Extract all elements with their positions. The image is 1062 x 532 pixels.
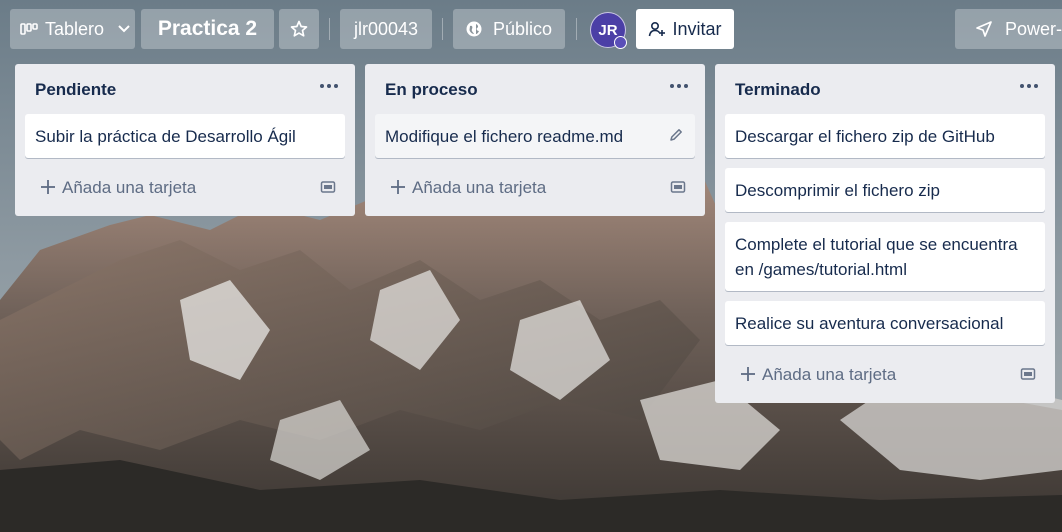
board-view-label: Tablero [45,18,105,39]
add-card-button[interactable]: Añada una tarjeta [715,353,1055,403]
card[interactable]: Subir la práctica de Desarrollo Ágil [25,114,345,158]
card[interactable]: Descomprimir el fichero zip [725,168,1045,212]
star-button[interactable] [279,9,319,49]
card-template-icon[interactable] [669,178,687,196]
card[interactable]: Modifique el fichero readme.md [375,114,695,158]
member-avatar[interactable]: JR [590,12,627,49]
list-title[interactable]: Terminado [735,80,821,100]
card[interactable]: Complete el tutorial que se encuentra en… [725,222,1045,291]
card[interactable]: Realice su aventura conversacional [725,301,1045,345]
rocket-icon [975,20,993,38]
list-header: En proceso [365,64,705,114]
invite-label: Invitar [672,18,722,39]
add-card-button[interactable]: Añada una tarjeta [365,166,705,216]
list-header: Terminado [715,64,1055,114]
powerups-button[interactable]: Power-Ups [955,9,1062,49]
card-title: Subir la práctica de Desarrollo Ágil [35,127,296,146]
header-divider [576,18,577,40]
globe-icon [465,20,483,38]
add-card-button[interactable]: Añada una tarjeta [15,166,355,216]
admin-badge-icon [614,36,627,49]
add-person-icon [648,20,666,38]
star-icon [289,19,309,39]
add-card-label: Añada una tarjeta [762,365,897,384]
header-divider [329,18,330,40]
chevron-down-icon [117,24,131,34]
visibility-label: Público [493,18,553,39]
invite-button[interactable]: Invitar [636,9,734,49]
more-icon[interactable] [667,76,691,96]
list-title[interactable]: Pendiente [35,80,116,100]
board-title[interactable]: Practica 2 [141,9,274,49]
list-en-proceso: En proceso Modifique el fichero readme.m… [365,64,705,216]
board-header: Tablero Practica 2 jlr00043 Público JR I… [0,0,1062,58]
add-card-label: Añada una tarjeta [62,178,197,197]
plus-icon [39,178,57,196]
list-terminado: Terminado Descargar el fichero zip de Gi… [715,64,1055,403]
list-pendiente: Pendiente Subir la práctica de Desarroll… [15,64,355,216]
more-icon[interactable] [317,76,341,96]
card-template-icon[interactable] [1019,365,1037,383]
pencil-icon[interactable] [667,126,685,144]
powerups-label: Power-Ups [1005,18,1062,39]
plus-icon [739,365,757,383]
card-title: Descomprimir el fichero zip [735,181,940,200]
plus-icon [389,178,407,196]
board-icon [20,22,38,36]
more-icon[interactable] [1017,76,1041,96]
card-title: Realice su aventura conversacional [735,314,1004,333]
card-title: Complete el tutorial que se encuentra en… [735,235,1018,279]
header-divider [442,18,443,40]
avatar-initials: JR [598,21,618,39]
card-title: Descargar el fichero zip de GitHub [735,127,995,146]
card[interactable]: Descargar el fichero zip de GitHub [725,114,1045,158]
add-card-label: Añada una tarjeta [412,178,547,197]
visibility-button[interactable]: Público [453,9,565,49]
card-title: Modifique el fichero readme.md [385,127,624,146]
board-view-switcher[interactable]: Tablero [10,9,135,49]
workspace-button[interactable]: jlr00043 [340,9,432,49]
card-template-icon[interactable] [319,178,337,196]
list-header: Pendiente [15,64,355,114]
list-title[interactable]: En proceso [385,80,478,100]
